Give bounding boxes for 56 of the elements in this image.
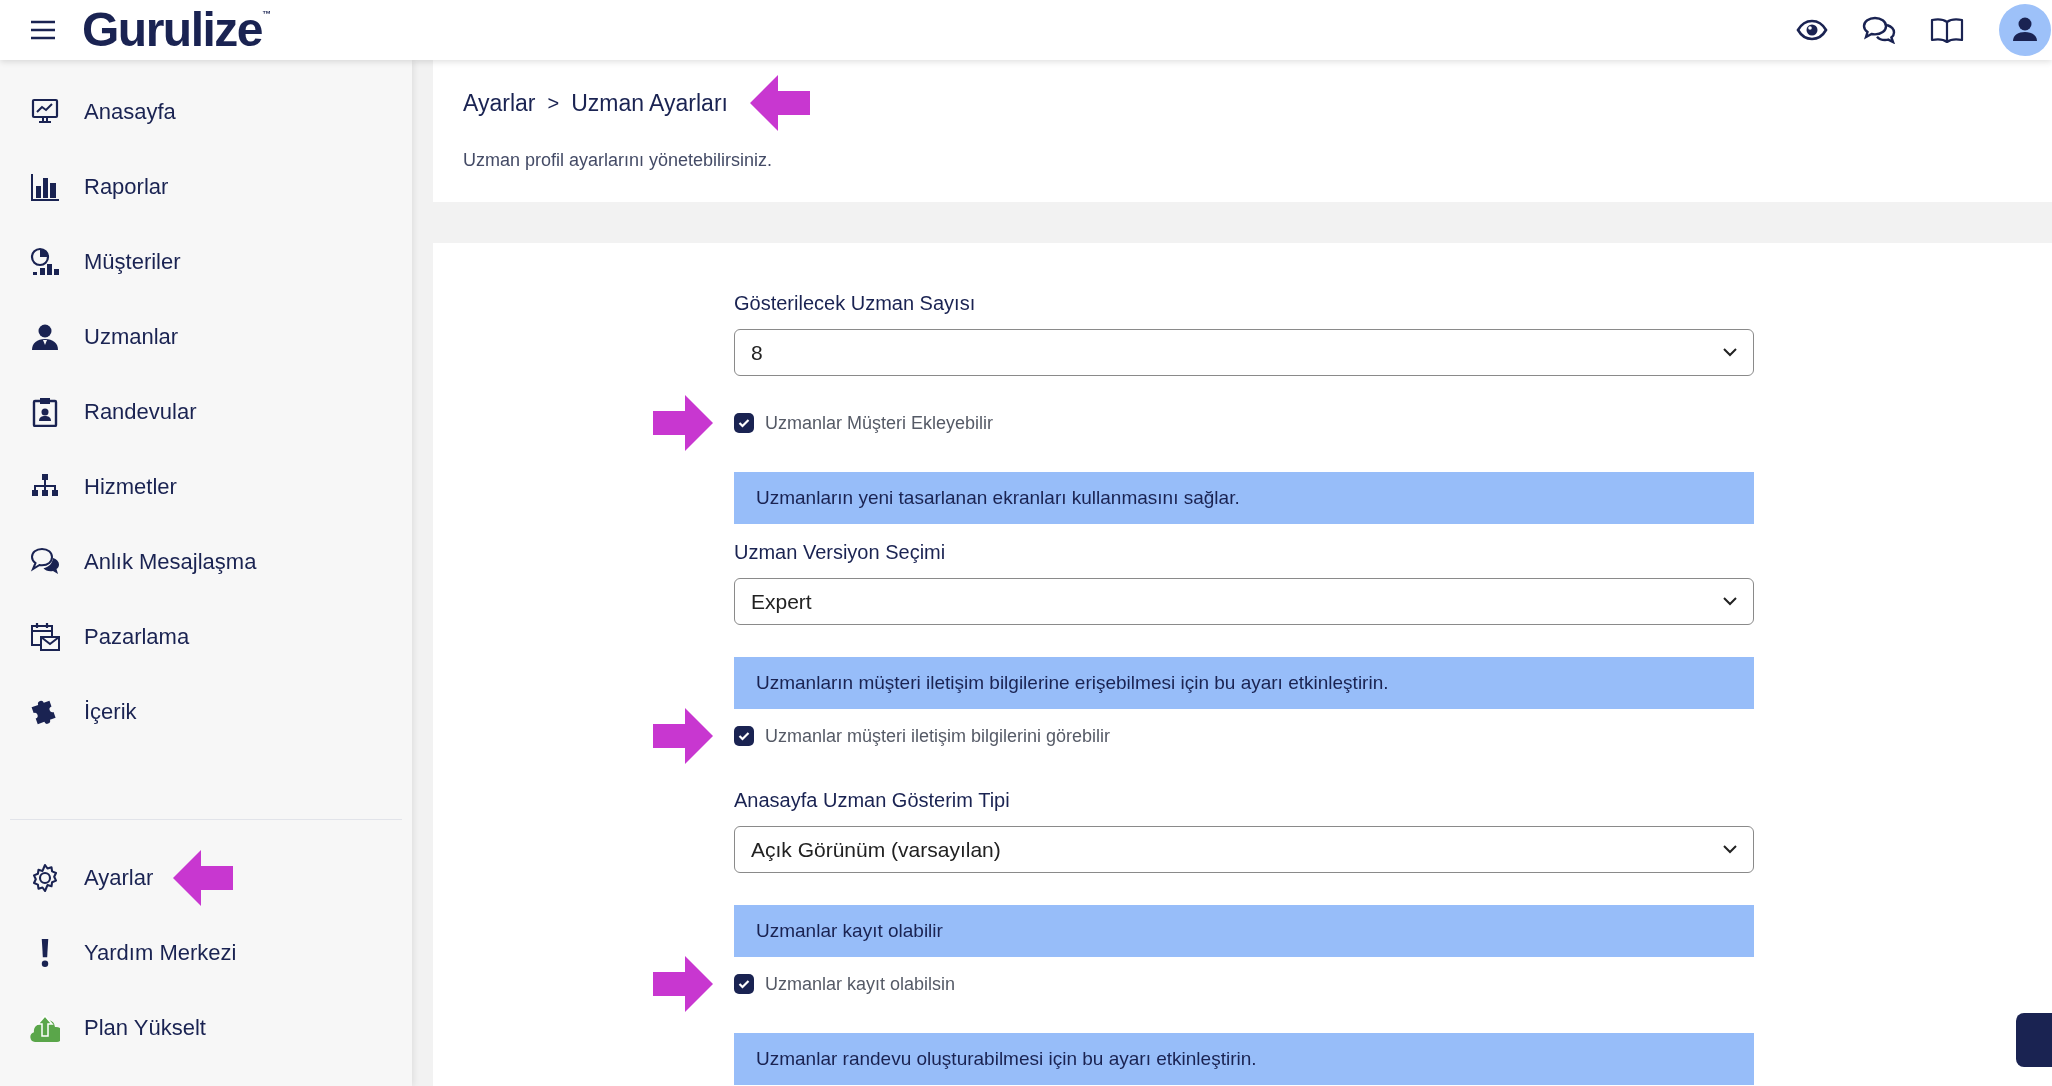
chevron-down-icon — [1723, 597, 1737, 606]
breadcrumb-link[interactable]: Ayarlar — [463, 85, 536, 121]
eye-icon[interactable] — [1796, 19, 1828, 41]
dropdown[interactable]: Expert — [734, 578, 1754, 625]
sidebar-item[interactable]: Pazarlama — [30, 620, 190, 653]
dropdown[interactable]: Açık Görünüm (varsayılan) — [734, 826, 1754, 873]
checkmark-icon — [738, 731, 750, 741]
sidebar-item[interactable]: Yardım Merkezi — [30, 936, 237, 969]
annotation-arrow — [653, 954, 713, 1014]
bar-chart-icon — [30, 171, 60, 202]
checkbox[interactable] — [734, 974, 754, 994]
sidebar-item[interactable]: Anlık Mesajlaşma — [30, 545, 257, 578]
sidebar-item[interactable]: Müşteriler — [30, 245, 181, 278]
info-banner: Uzmanlar randevu oluşturabilmesi için bu ayarı etkinleştirin. — [734, 1033, 1754, 1085]
checkbox-label: Uzmanlar kayıt olabilsin — [765, 972, 956, 996]
checkbox-label: Uzmanlar Müşteri Ekleyebilir — [765, 411, 994, 435]
avatar-icon[interactable] — [1998, 4, 2052, 56]
breadcrumb-separator: > — [547, 91, 560, 116]
pie-bar-chart-icon — [30, 246, 60, 277]
sidebar-item[interactable]: Raporlar — [30, 170, 169, 203]
annotation-arrow — [749, 73, 810, 133]
clipboard-user-icon — [30, 396, 60, 427]
sidebar-item[interactable]: Uzmanlar — [30, 320, 179, 353]
sidebar-item[interactable]: İçerik — [30, 695, 137, 728]
settings-icon — [30, 862, 60, 893]
sidebar-item[interactable]: Ayarlar — [30, 861, 154, 894]
dropdown[interactable]: 8 — [734, 329, 1754, 376]
menu-icon[interactable] — [30, 20, 56, 40]
checkbox[interactable] — [734, 726, 754, 746]
checkbox[interactable] — [734, 413, 754, 433]
checkmark-icon — [738, 418, 750, 428]
sidebar-item[interactable]: Hizmetler — [30, 470, 177, 503]
chevron-down-icon — [1723, 845, 1737, 854]
chat-icon[interactable] — [1862, 16, 1896, 44]
annotation-arrow — [653, 706, 713, 766]
field-label: Anasayfa Uzman Gösterim Tipi — [734, 788, 1011, 812]
annotation-arrow — [653, 393, 713, 453]
checkbox-label: Uzmanlar müşteri iletişim bilgilerini görebilir — [765, 724, 1111, 748]
checkmark-icon — [738, 979, 750, 989]
trademark: ™ — [262, 10, 272, 19]
sidebar-item[interactable]: Anasayfa — [30, 95, 176, 128]
sidebar-item[interactable]: Randevular — [30, 395, 197, 428]
info-banner: Uzmanların müşteri iletişim bilgilerine erişebilmesi için bu ayarı etkinleştirin. — [734, 657, 1754, 709]
page-description: Uzman profil ayarlarını yönetebilirsiniz. — [463, 149, 774, 172]
breadcrumb-link[interactable]: Uzman Ayarları — [571, 85, 728, 121]
calendar-mail-icon — [30, 621, 60, 652]
exclamation-icon — [41, 938, 49, 967]
chevron-down-icon — [1723, 348, 1737, 357]
field-label: Gösterilecek Uzman Sayısı — [734, 291, 977, 315]
info-banner: Uzmanların yeni tasarlanan ekranları kullanmasını sağlar. — [734, 472, 1754, 524]
book-icon[interactable] — [1930, 17, 1964, 43]
info-banner: Uzmanlar kayıt olabilir — [734, 905, 1754, 957]
sidebar-item[interactable]: Plan Yükselt — [30, 1011, 206, 1044]
speech-bubbles-icon — [30, 546, 60, 577]
field-label: Uzman Versiyon Seçimi — [734, 540, 947, 564]
logo[interactable]: Gurulize — [82, 6, 263, 54]
